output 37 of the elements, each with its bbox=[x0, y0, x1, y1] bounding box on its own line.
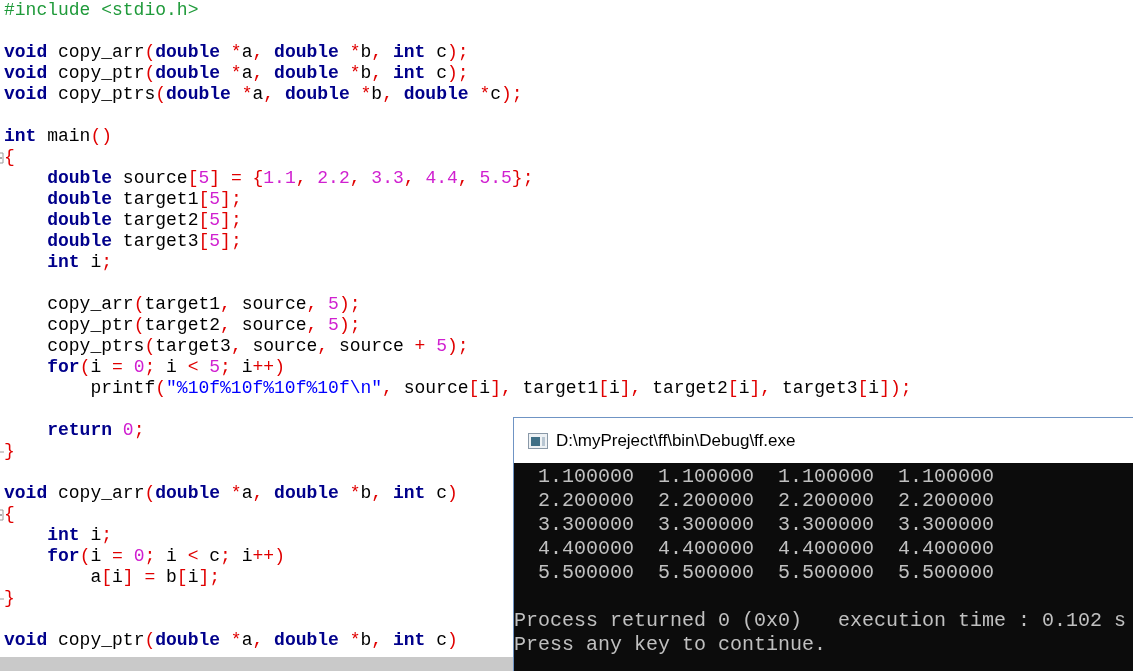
code-line: double source[5] = {1.1, 2.2, 3.3, 4.4, 5.5}; bbox=[46, 168, 534, 189]
code-line: for(i = 0; i < c; i++) bbox=[46, 546, 285, 567]
code-line: a[i] = b[i]; bbox=[89, 567, 221, 588]
output-line: 2.200000 2.200000 2.200000 2.200000 bbox=[537, 489, 996, 513]
code-line: #include <stdio.h> bbox=[4, 0, 199, 21]
code-line: void copy_ptr(double *a, double *b, int c) bbox=[4, 630, 458, 651]
scrollbar-track[interactable] bbox=[0, 657, 513, 671]
code-line: copy_arr(target1, source, 5); bbox=[46, 294, 361, 315]
status-line: Press any key to continue. bbox=[514, 633, 828, 657]
code-line: } bbox=[4, 441, 15, 462]
code-line: double target2[5]; bbox=[46, 210, 242, 231]
code-line: printf("%10f%10f%10f%10f\n", source[i], target1[i], target2[i], target3[i]); bbox=[89, 378, 912, 399]
status-line: Process returned 0 (0x0) execution time : 0.102 s bbox=[514, 609, 1128, 633]
output-line: 4.400000 4.400000 4.400000 4.400000 bbox=[537, 537, 996, 561]
fold-toggle-icon[interactable] bbox=[0, 151, 4, 164]
code-line: double target3[5]; bbox=[46, 231, 242, 252]
output-line: 3.300000 3.300000 3.300000 3.300000 bbox=[537, 513, 996, 537]
code-line: int i; bbox=[46, 525, 113, 546]
code-line: void copy_ptr(double *a, double *b, int c); bbox=[4, 63, 469, 84]
code-line: double target1[5]; bbox=[46, 189, 242, 210]
code-line: { bbox=[4, 504, 15, 525]
code-line: return 0; bbox=[46, 420, 145, 441]
code-line: int i; bbox=[46, 252, 113, 273]
code-line: { bbox=[4, 147, 15, 168]
console-app-icon bbox=[528, 432, 548, 449]
fold-toggle-icon[interactable] bbox=[0, 508, 4, 521]
code-line: for(i = 0; i < 5; i++) bbox=[46, 357, 285, 378]
code-line: void copy_arr(double *a, double *b, int c); bbox=[4, 42, 469, 63]
code-line: void copy_ptrs(double *a, double *b, double *c); bbox=[4, 84, 523, 105]
code-line: void copy_arr(double *a, double *b, int c) bbox=[4, 483, 458, 504]
code-line: } bbox=[4, 588, 15, 609]
window-title: D:\myPreject\ff\bin\Debug\ff.exe bbox=[556, 429, 796, 452]
code-line: copy_ptr(target2, source, 5); bbox=[46, 315, 361, 336]
code-line: copy_ptrs(target3, source, source + 5); bbox=[46, 336, 469, 357]
output-line: 1.100000 1.100000 1.100000 1.100000 bbox=[537, 465, 996, 489]
output-line: 5.500000 5.500000 5.500000 5.500000 bbox=[537, 561, 996, 585]
code-line: int main() bbox=[4, 126, 113, 147]
